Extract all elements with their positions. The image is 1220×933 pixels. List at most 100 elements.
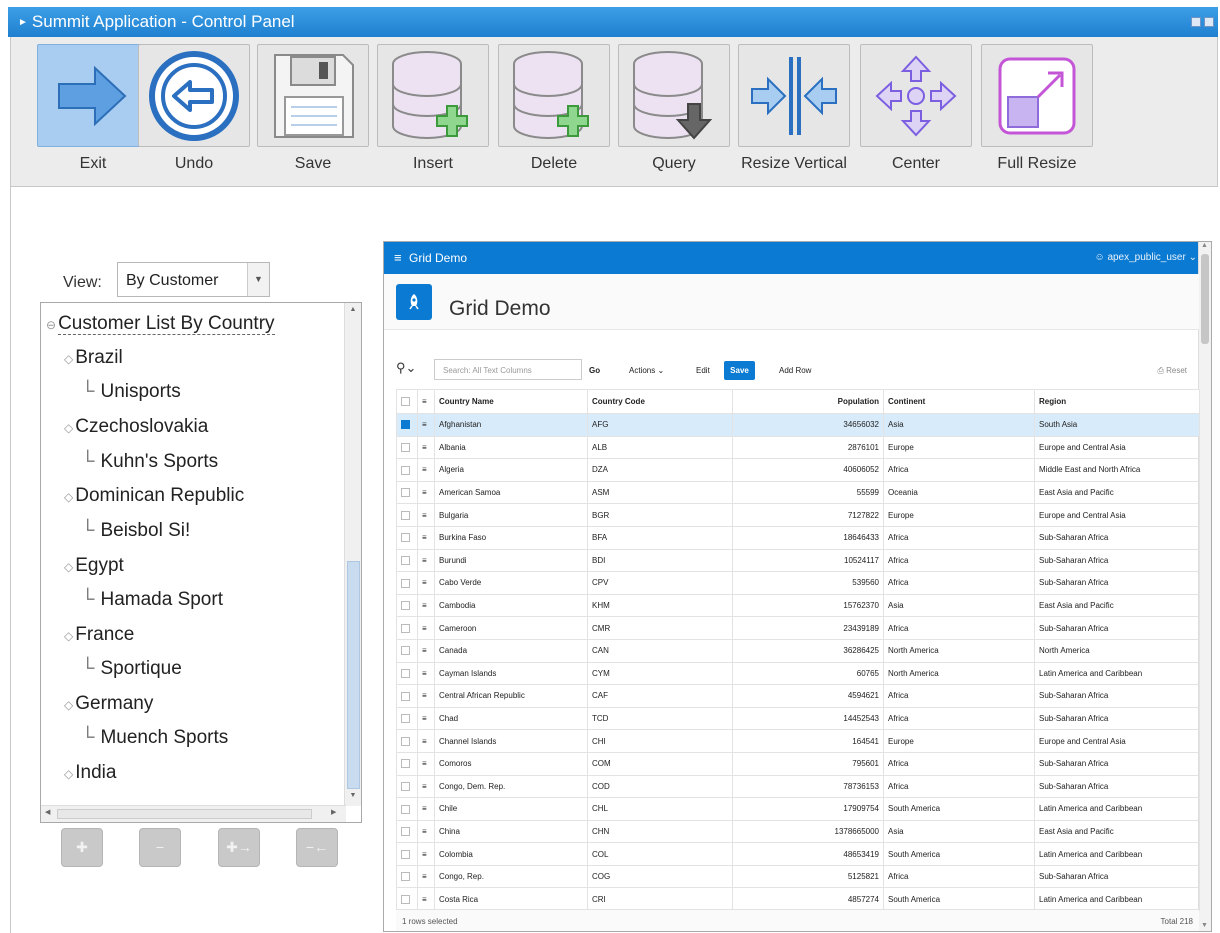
table-cell[interactable]: 795601 <box>732 751 884 776</box>
table-cell[interactable]: ALB <box>587 435 733 460</box>
full-resize-button[interactable]: Full Resize <box>981 44 1093 181</box>
menu-icon[interactable]: ≡ <box>422 895 427 904</box>
row-checkbox[interactable] <box>401 872 410 882</box>
menu-icon[interactable]: ≡ <box>422 420 427 429</box>
row-checkbox[interactable] <box>401 714 410 724</box>
row-checkbox[interactable] <box>401 488 410 498</box>
row-action-cell[interactable]: ≡ <box>417 593 435 618</box>
table-cell[interactable]: 7127822 <box>732 503 884 527</box>
row-action-cell[interactable]: ≡ <box>417 864 435 889</box>
table-row[interactable]: ≡ Chad TCD 14452543 Africa Sub-Saharan Africa <box>396 706 1200 731</box>
table-cell[interactable]: Sub-Saharan Africa <box>1034 571 1200 595</box>
expand-toggle-icon[interactable]: ◇ <box>64 629 73 643</box>
scroll-right-icon[interactable]: ▶ <box>331 808 336 816</box>
table-cell[interactable]: Europe and Central Asia <box>1034 435 1200 460</box>
table-cell[interactable]: Cabo Verde <box>434 571 588 595</box>
table-cell[interactable]: CHL <box>587 797 733 821</box>
table-cell[interactable]: Channel Islands <box>434 729 588 753</box>
table-row[interactable]: ≡ Afghanistan AFG 34656032 Asia South Asia <box>396 413 1200 437</box>
table-cell[interactable]: Sub-Saharan Africa <box>1034 525 1200 550</box>
tree-customer-beisbol-si[interactable]: └ Beisbol Si! <box>81 520 190 550</box>
table-cell[interactable]: Chile <box>434 797 588 821</box>
menu-icon[interactable]: ≡ <box>422 714 427 723</box>
menu-icon[interactable]: ≡ <box>422 578 427 587</box>
row-checkbox[interactable] <box>401 781 410 791</box>
expand-toggle-icon[interactable]: ◇ <box>64 698 73 712</box>
row-select-cell[interactable] <box>396 887 418 912</box>
scroll-thumb[interactable] <box>57 809 312 819</box>
table-cell[interactable]: CYM <box>587 661 733 686</box>
table-cell[interactable]: South America <box>883 797 1035 821</box>
row-action-cell[interactable]: ≡ <box>417 842 435 866</box>
table-cell[interactable]: Europe <box>883 435 1035 460</box>
menu-icon[interactable]: ≡ <box>422 872 427 881</box>
menu-icon[interactable]: ≡ <box>422 737 427 746</box>
table-cell[interactable]: Central African Republic <box>434 684 588 708</box>
table-cell[interactable]: China <box>434 819 588 844</box>
row-checkbox[interactable] <box>401 804 410 814</box>
tree-customer-muench-sports[interactable]: └ Muench Sports <box>81 727 228 757</box>
row-select-cell[interactable] <box>396 797 418 821</box>
table-cell[interactable]: CHN <box>587 819 733 844</box>
menu-icon[interactable]: ≡ <box>422 556 427 565</box>
row-select-cell[interactable] <box>396 842 418 866</box>
table-cell[interactable]: 34656032 <box>732 413 884 437</box>
table-row[interactable]: ≡ Canada CAN 36286425 North America North Ame… <box>396 638 1200 663</box>
tree-country-brazil[interactable]: ◇ Brazil <box>64 347 123 377</box>
table-cell[interactable]: CHI <box>587 729 733 753</box>
row-checkbox[interactable] <box>401 578 410 588</box>
row-action-cell[interactable]: ≡ <box>417 571 435 595</box>
row-select-cell[interactable] <box>396 480 418 505</box>
menu-icon[interactable]: ≡ <box>422 511 427 520</box>
column-header[interactable]: Country Code <box>587 389 733 414</box>
row-action-cell[interactable]: ≡ <box>417 616 435 640</box>
table-cell[interactable]: 4594621 <box>732 684 884 708</box>
table-cell[interactable]: Sub-Saharan Africa <box>1034 706 1200 731</box>
row-action-cell[interactable]: ≡ <box>417 729 435 753</box>
table-cell[interactable]: Sub-Saharan Africa <box>1034 684 1200 708</box>
row-select-cell[interactable] <box>396 819 418 844</box>
table-cell[interactable]: COM <box>587 751 733 776</box>
row-select-cell[interactable] <box>396 616 418 640</box>
table-row[interactable]: ≡ Cameroon CMR 23439189 Africa Sub-Saharan Af… <box>396 616 1200 640</box>
maximize-button[interactable] <box>1204 17 1214 27</box>
scroll-up-icon[interactable]: ▲ <box>348 306 358 318</box>
table-cell[interactable]: 539560 <box>732 571 884 595</box>
scroll-down-icon[interactable]: ▼ <box>1201 922 1208 929</box>
column-header[interactable]: Continent <box>883 389 1035 414</box>
table-cell[interactable]: BDI <box>587 548 733 573</box>
menu-icon[interactable]: ≡ <box>422 624 427 633</box>
menu-icon[interactable]: ≡ <box>422 782 427 791</box>
table-row[interactable]: ≡ Central African Republic CAF 4594621 Afric… <box>396 684 1200 708</box>
table-row[interactable]: ≡ China CHN 1378665000 Asia East Asia and Pac… <box>396 819 1200 844</box>
table-cell[interactable]: North America <box>1034 638 1200 663</box>
expand-toggle-icon[interactable]: ◇ <box>64 352 73 366</box>
table-cell[interactable]: Africa <box>883 864 1035 889</box>
table-cell[interactable]: Chad <box>434 706 588 731</box>
row-checkbox[interactable] <box>401 646 410 656</box>
menu-icon[interactable]: ≡ <box>422 601 427 610</box>
scroll-down-icon[interactable]: ▼ <box>348 792 358 804</box>
row-select-cell[interactable] <box>396 774 418 799</box>
exit-button[interactable]: Exit <box>37 44 149 181</box>
table-cell[interactable]: Cameroon <box>434 616 588 640</box>
table-cell[interactable]: 5125821 <box>732 864 884 889</box>
row-select-cell[interactable] <box>396 413 418 437</box>
scroll-up-icon[interactable]: ▲ <box>1201 242 1208 249</box>
menu-icon[interactable]: ≡ <box>422 827 427 836</box>
table-row[interactable]: ≡ Cayman Islands CYM 60765 North America Lati… <box>396 661 1200 686</box>
row-checkbox[interactable] <box>401 556 410 566</box>
tree-country-egypt[interactable]: ◇ Egypt <box>64 555 124 585</box>
table-row[interactable]: ≡ Congo, Rep. COG 5125821 Africa Sub-Saharan … <box>396 864 1200 889</box>
save-grid-button[interactable]: Save <box>724 361 755 380</box>
table-cell[interactable]: American Samoa <box>434 480 588 505</box>
table-cell[interactable]: 40606052 <box>732 458 884 482</box>
insert-button[interactable]: Insert <box>377 44 489 181</box>
row-select-cell[interactable] <box>396 864 418 889</box>
menu-icon[interactable]: ≡ <box>422 669 427 678</box>
row-select-cell[interactable] <box>396 525 418 550</box>
row-checkbox[interactable] <box>401 465 410 475</box>
table-row[interactable]: ≡ Cabo Verde CPV 539560 Africa Sub-Saharan Af… <box>396 571 1200 595</box>
table-cell[interactable]: South America <box>883 842 1035 866</box>
table-row[interactable]: ≡ American Samoa ASM 55599 Oceania East Asia … <box>396 480 1200 505</box>
